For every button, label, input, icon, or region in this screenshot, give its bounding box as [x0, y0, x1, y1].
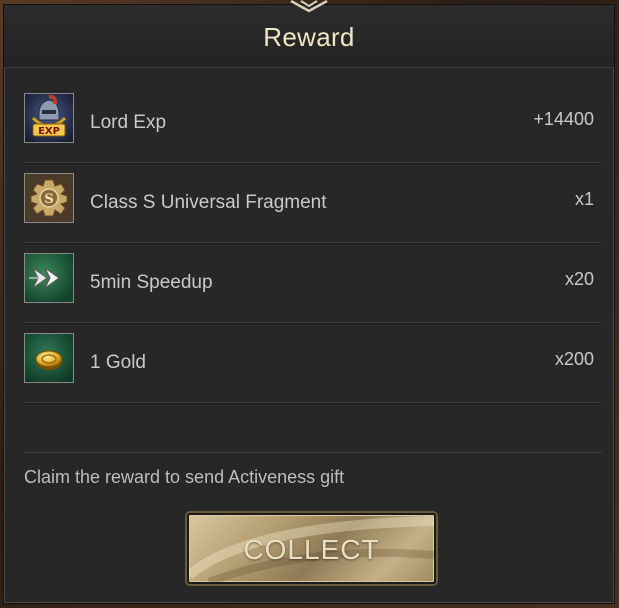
- collect-button[interactable]: COLLECT: [187, 513, 436, 584]
- svg-text:S: S: [44, 192, 53, 207]
- collect-button-label: COLLECT: [243, 534, 380, 565]
- reward-row: 1 Gold x200: [24, 323, 602, 403]
- reward-name: 5min Speedup: [90, 272, 213, 293]
- gold-coin-icon: [24, 333, 74, 383]
- reward-dialog: Reward EXP Lord Exp +14400 S Class S Uni…: [3, 0, 615, 604]
- reward-name: Lord Exp: [90, 112, 167, 133]
- exp-helmet-icon: EXP: [24, 93, 74, 143]
- reward-amount: x20: [564, 269, 594, 289]
- reward-amount: x200: [554, 349, 594, 369]
- speedup-arrows-icon: [24, 253, 74, 303]
- reward-row: S Class S Universal Fragment x1: [24, 163, 602, 243]
- reward-row: 5min Speedup x20: [24, 243, 602, 323]
- reward-amount: x1: [574, 189, 594, 209]
- reward-amount: +14400: [533, 109, 594, 129]
- reward-list: EXP Lord Exp +14400 S Class S Universal …: [24, 83, 602, 403]
- dialog-title: Reward: [263, 22, 355, 52]
- footer-divider: [24, 452, 602, 453]
- reward-name: 1 Gold: [90, 352, 146, 373]
- dialog-header: Reward: [4, 0, 614, 68]
- reward-name: Class S Universal Fragment: [90, 192, 327, 213]
- header-ornament-icon: [290, 0, 328, 13]
- reward-note: Claim the reward to send Activeness gift: [24, 467, 345, 487]
- reward-row: EXP Lord Exp +14400: [24, 83, 602, 163]
- svg-text:EXP: EXP: [38, 126, 60, 137]
- class-s-fragment-icon: S: [24, 173, 74, 223]
